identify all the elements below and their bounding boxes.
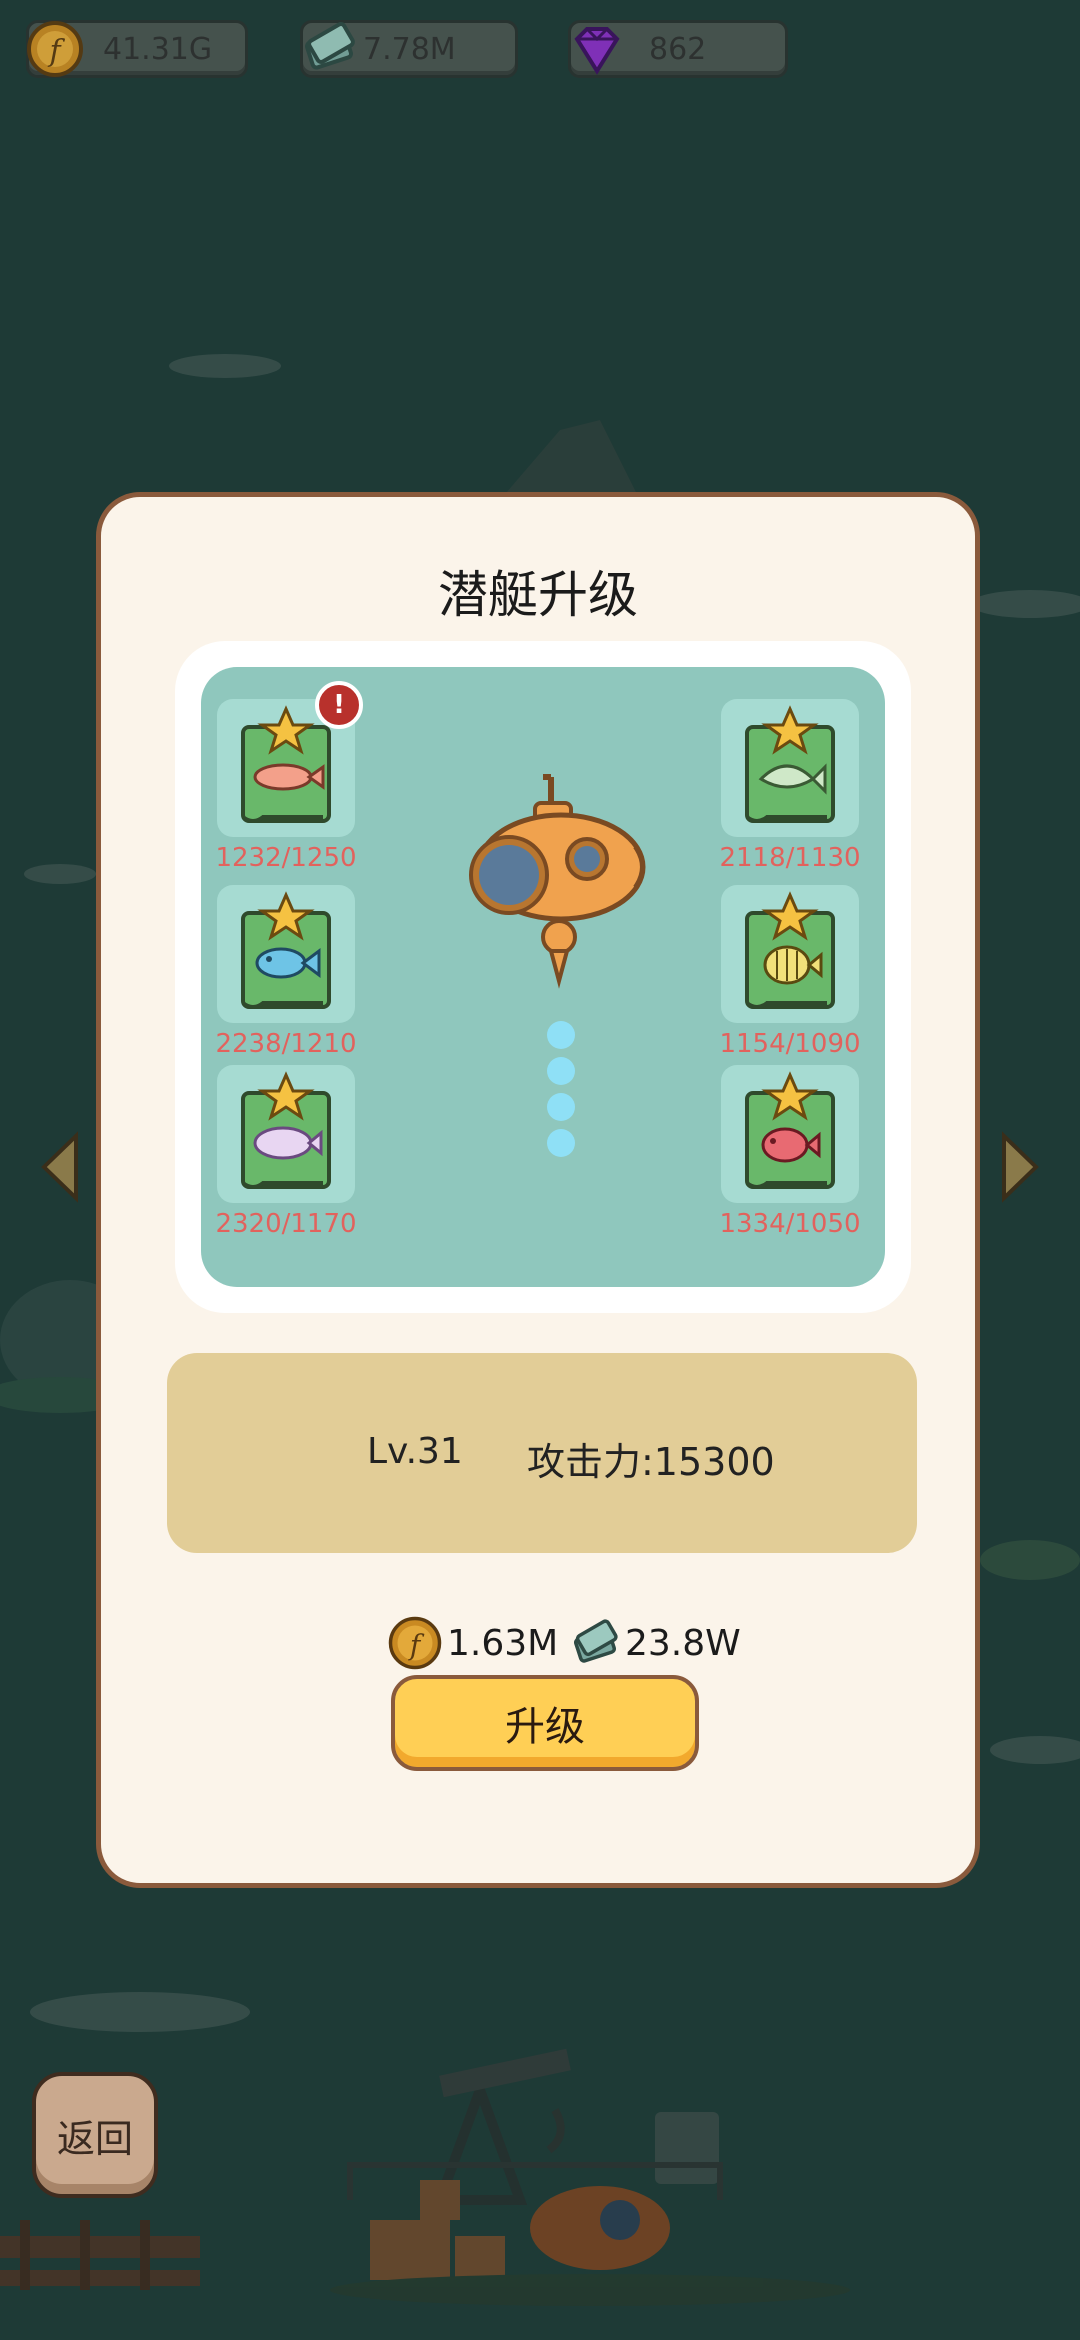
fish-count-6: 1334/1050 <box>719 1209 861 1239</box>
gold-counter[interactable]: f 41.31G <box>26 20 248 78</box>
purple-gem-icon <box>574 27 620 75</box>
level-text: Lv.31 <box>367 1431 463 1472</box>
back-button[interactable]: 返回 <box>32 2072 158 2198</box>
cost-books-value: 23.8W <box>625 1622 741 1664</box>
gold-coin-icon: f <box>27 21 83 77</box>
books-icon <box>305 22 355 70</box>
alert-badge: ! <box>315 681 363 729</box>
prev-arrow-button[interactable] <box>36 1130 82 1204</box>
fish-card-6[interactable] <box>721 1065 859 1203</box>
fish-card-4[interactable] <box>721 699 859 837</box>
gold-coin-icon: f <box>388 1616 442 1670</box>
upgrade-button[interactable]: 升级 <box>391 1675 699 1771</box>
submarine-image <box>469 774 646 989</box>
fish-card-2[interactable] <box>217 885 355 1023</box>
stats-box: Lv.31 攻击力:15300 <box>167 1353 917 1553</box>
next-arrow-button[interactable] <box>998 1130 1044 1204</box>
cost-gold-value: 1.63M <box>447 1622 559 1664</box>
bubbles-decoration <box>547 1021 575 1157</box>
fish-count-1: 1232/1250 <box>215 843 357 873</box>
attack-power-text: 攻击力:15300 <box>527 1440 775 1484</box>
gold-value: 41.31G <box>103 31 213 67</box>
books-value: 7.78M <box>363 31 456 67</box>
gems-counter[interactable]: 862 <box>568 20 788 78</box>
fish-card-3[interactable] <box>217 1065 355 1203</box>
submarine-panel: ! 1232/1250 2238/1210 2320/1170 2118/113… <box>175 641 911 1313</box>
gems-value: 862 <box>649 31 707 67</box>
fish-card-5[interactable] <box>721 885 859 1023</box>
upgrade-cost-books: 23.8W <box>567 1615 741 1671</box>
upgrade-cost-gold: f 1.63M <box>387 1615 558 1671</box>
fish-count-5: 1154/1090 <box>719 1029 861 1059</box>
submarine-upgrade-dialog: 潜艇升级 ! 1232/1250 2238/1210 2320/1170 211… <box>96 492 980 1888</box>
submarine-panel-inner: ! 1232/1250 2238/1210 2320/1170 2118/113… <box>201 667 885 1287</box>
books-counter[interactable]: 7.78M <box>300 20 518 78</box>
fish-count-2: 2238/1210 <box>215 1029 357 1059</box>
books-icon <box>574 1619 618 1663</box>
dialog-title: 潜艇升级 <box>438 566 638 624</box>
fish-count-3: 2320/1170 <box>215 1209 357 1239</box>
fish-count-4: 2118/1130 <box>719 843 861 873</box>
